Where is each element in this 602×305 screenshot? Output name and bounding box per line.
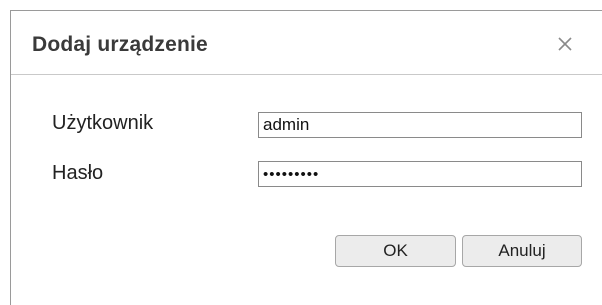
close-icon [558, 37, 572, 51]
close-button[interactable] [550, 29, 580, 59]
add-device-dialog: Dodaj urządzenie Użytkownik Hasło OK Anu… [10, 10, 602, 305]
username-label: Użytkownik [52, 112, 154, 134]
dialog-title: Dodaj urządzenie [32, 33, 208, 56]
ok-button[interactable]: OK [335, 235, 456, 267]
username-input[interactable] [258, 112, 582, 138]
password-label: Hasło [52, 162, 104, 184]
cancel-button[interactable]: Anuluj [462, 235, 582, 267]
password-input[interactable] [258, 161, 582, 187]
dialog-title-bar: Dodaj urządzenie [11, 11, 602, 75]
